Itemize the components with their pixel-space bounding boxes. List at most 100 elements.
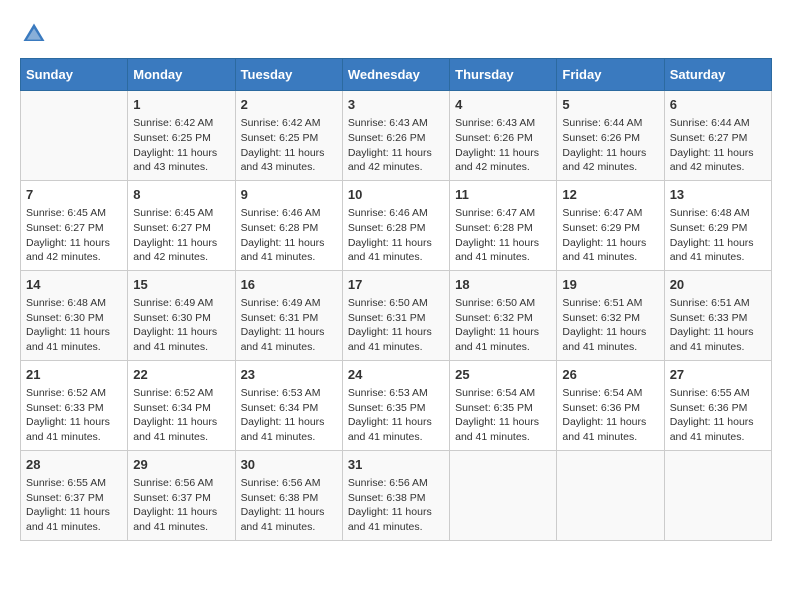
day-number: 6 bbox=[670, 96, 766, 114]
weekday-header-friday: Friday bbox=[557, 59, 664, 91]
day-number: 25 bbox=[455, 366, 551, 384]
day-number: 31 bbox=[348, 456, 444, 474]
day-info: Sunrise: 6:49 AM Sunset: 6:30 PM Dayligh… bbox=[133, 296, 229, 355]
day-info: Sunrise: 6:47 AM Sunset: 6:28 PM Dayligh… bbox=[455, 206, 551, 265]
calendar-cell: 31Sunrise: 6:56 AM Sunset: 6:38 PM Dayli… bbox=[342, 450, 449, 540]
calendar-cell: 9 Sunrise: 6:46 AM Sunset: 6:28 PM Daylig… bbox=[235, 180, 342, 270]
day-info: Sunrise: 6:43 AM Sunset: 6:26 PM Dayligh… bbox=[348, 116, 444, 175]
calendar-week-1: 1 Sunrise: 6:42 AM Sunset: 6:25 PM Daylig… bbox=[21, 91, 772, 181]
day-number: 15 bbox=[133, 276, 229, 294]
calendar-cell bbox=[664, 450, 771, 540]
day-number: 11 bbox=[455, 186, 551, 204]
day-info: Sunrise: 6:46 AM Sunset: 6:28 PM Dayligh… bbox=[348, 206, 444, 265]
calendar-cell: 19Sunrise: 6:51 AM Sunset: 6:32 PM Dayli… bbox=[557, 270, 664, 360]
day-info: Sunrise: 6:45 AM Sunset: 6:27 PM Dayligh… bbox=[133, 206, 229, 265]
day-info: Sunrise: 6:50 AM Sunset: 6:32 PM Dayligh… bbox=[455, 296, 551, 355]
calendar-week-5: 28 Sunrise: 6:55 AM Sunset: 6:37 PM Dayli… bbox=[21, 450, 772, 540]
calendar-cell: 7 Sunrise: 6:45 AM Sunset: 6:27 PM Daylig… bbox=[21, 180, 128, 270]
calendar-cell: 5 Sunrise: 6:44 AM Sunset: 6:26 PM Daylig… bbox=[557, 91, 664, 181]
day-info: Sunrise: 6:46 AM Sunset: 6:28 PM Dayligh… bbox=[241, 206, 337, 265]
day-info: Sunrise: 6:54 AM Sunset: 6:35 PM Dayligh… bbox=[455, 386, 551, 445]
day-number: 30 bbox=[241, 456, 337, 474]
day-number: 26 bbox=[562, 366, 658, 384]
calendar-week-4: 21 Sunrise: 6:52 AM Sunset: 6:33 PM Dayli… bbox=[21, 360, 772, 450]
calendar-week-3: 14Sunrise: 6:48 AM Sunset: 6:30 PM Dayli… bbox=[21, 270, 772, 360]
header-row: SundayMondayTuesdayWednesdayThursdayFrid… bbox=[21, 59, 772, 91]
calendar-cell bbox=[557, 450, 664, 540]
day-number: 27 bbox=[670, 366, 766, 384]
weekday-header-thursday: Thursday bbox=[450, 59, 557, 91]
calendar-cell: 8 Sunrise: 6:45 AM Sunset: 6:27 PM Daylig… bbox=[128, 180, 235, 270]
calendar-cell: 13Sunrise: 6:48 AM Sunset: 6:29 PM Dayli… bbox=[664, 180, 771, 270]
day-number: 5 bbox=[562, 96, 658, 114]
day-number: 23 bbox=[241, 366, 337, 384]
day-info: Sunrise: 6:51 AM Sunset: 6:32 PM Dayligh… bbox=[562, 296, 658, 355]
day-number: 24 bbox=[348, 366, 444, 384]
day-number: 29 bbox=[133, 456, 229, 474]
day-info: Sunrise: 6:53 AM Sunset: 6:35 PM Dayligh… bbox=[348, 386, 444, 445]
day-number: 16 bbox=[241, 276, 337, 294]
day-info: Sunrise: 6:42 AM Sunset: 6:25 PM Dayligh… bbox=[133, 116, 229, 175]
calendar-week-2: 7 Sunrise: 6:45 AM Sunset: 6:27 PM Daylig… bbox=[21, 180, 772, 270]
day-number: 10 bbox=[348, 186, 444, 204]
day-number: 3 bbox=[348, 96, 444, 114]
day-info: Sunrise: 6:42 AM Sunset: 6:25 PM Dayligh… bbox=[241, 116, 337, 175]
calendar-cell: 17 Sunrise: 6:50 AM Sunset: 6:31 PM Dayli… bbox=[342, 270, 449, 360]
day-number: 20 bbox=[670, 276, 766, 294]
calendar-cell: 14Sunrise: 6:48 AM Sunset: 6:30 PM Dayli… bbox=[21, 270, 128, 360]
calendar-cell: 28 Sunrise: 6:55 AM Sunset: 6:37 PM Dayli… bbox=[21, 450, 128, 540]
calendar-cell: 30Sunrise: 6:56 AM Sunset: 6:38 PM Dayli… bbox=[235, 450, 342, 540]
day-info: Sunrise: 6:53 AM Sunset: 6:34 PM Dayligh… bbox=[241, 386, 337, 445]
day-info: Sunrise: 6:45 AM Sunset: 6:27 PM Dayligh… bbox=[26, 206, 122, 265]
weekday-header-wednesday: Wednesday bbox=[342, 59, 449, 91]
day-number: 1 bbox=[133, 96, 229, 114]
calendar-cell: 1 Sunrise: 6:42 AM Sunset: 6:25 PM Daylig… bbox=[128, 91, 235, 181]
calendar-cell: 2Sunrise: 6:42 AM Sunset: 6:25 PM Daylig… bbox=[235, 91, 342, 181]
calendar-cell: 12 Sunrise: 6:47 AM Sunset: 6:29 PM Dayli… bbox=[557, 180, 664, 270]
day-info: Sunrise: 6:48 AM Sunset: 6:30 PM Dayligh… bbox=[26, 296, 122, 355]
page-header bbox=[20, 20, 772, 48]
day-number: 28 bbox=[26, 456, 122, 474]
calendar-cell bbox=[21, 91, 128, 181]
day-number: 21 bbox=[26, 366, 122, 384]
calendar-cell: 15 Sunrise: 6:49 AM Sunset: 6:30 PM Dayli… bbox=[128, 270, 235, 360]
day-info: Sunrise: 6:55 AM Sunset: 6:37 PM Dayligh… bbox=[26, 476, 122, 535]
day-info: Sunrise: 6:49 AM Sunset: 6:31 PM Dayligh… bbox=[241, 296, 337, 355]
day-number: 12 bbox=[562, 186, 658, 204]
day-number: 17 bbox=[348, 276, 444, 294]
day-info: Sunrise: 6:44 AM Sunset: 6:26 PM Dayligh… bbox=[562, 116, 658, 175]
calendar-cell: 26 Sunrise: 6:54 AM Sunset: 6:36 PM Dayli… bbox=[557, 360, 664, 450]
weekday-header-tuesday: Tuesday bbox=[235, 59, 342, 91]
calendar-cell: 6 Sunrise: 6:44 AM Sunset: 6:27 PM Daylig… bbox=[664, 91, 771, 181]
calendar-cell: 25 Sunrise: 6:54 AM Sunset: 6:35 PM Dayli… bbox=[450, 360, 557, 450]
calendar-cell: 21 Sunrise: 6:52 AM Sunset: 6:33 PM Dayli… bbox=[21, 360, 128, 450]
day-info: Sunrise: 6:47 AM Sunset: 6:29 PM Dayligh… bbox=[562, 206, 658, 265]
calendar-cell: 23 Sunrise: 6:53 AM Sunset: 6:34 PM Dayli… bbox=[235, 360, 342, 450]
day-info: Sunrise: 6:52 AM Sunset: 6:33 PM Dayligh… bbox=[26, 386, 122, 445]
calendar-cell: 24 Sunrise: 6:53 AM Sunset: 6:35 PM Dayli… bbox=[342, 360, 449, 450]
day-number: 22 bbox=[133, 366, 229, 384]
day-number: 7 bbox=[26, 186, 122, 204]
calendar-cell: 18 Sunrise: 6:50 AM Sunset: 6:32 PM Dayli… bbox=[450, 270, 557, 360]
day-info: Sunrise: 6:52 AM Sunset: 6:34 PM Dayligh… bbox=[133, 386, 229, 445]
weekday-header-sunday: Sunday bbox=[21, 59, 128, 91]
day-info: Sunrise: 6:54 AM Sunset: 6:36 PM Dayligh… bbox=[562, 386, 658, 445]
day-number: 9 bbox=[241, 186, 337, 204]
day-info: Sunrise: 6:44 AM Sunset: 6:27 PM Dayligh… bbox=[670, 116, 766, 175]
day-info: Sunrise: 6:51 AM Sunset: 6:33 PM Dayligh… bbox=[670, 296, 766, 355]
calendar-cell: 4Sunrise: 6:43 AM Sunset: 6:26 PM Daylig… bbox=[450, 91, 557, 181]
day-info: Sunrise: 6:50 AM Sunset: 6:31 PM Dayligh… bbox=[348, 296, 444, 355]
calendar-cell: 11 Sunrise: 6:47 AM Sunset: 6:28 PM Dayli… bbox=[450, 180, 557, 270]
day-number: 18 bbox=[455, 276, 551, 294]
logo bbox=[20, 20, 52, 48]
day-number: 8 bbox=[133, 186, 229, 204]
calendar-cell: 27Sunrise: 6:55 AM Sunset: 6:36 PM Dayli… bbox=[664, 360, 771, 450]
calendar-cell: 29 Sunrise: 6:56 AM Sunset: 6:37 PM Dayli… bbox=[128, 450, 235, 540]
weekday-header-monday: Monday bbox=[128, 59, 235, 91]
calendar-cell: 22 Sunrise: 6:52 AM Sunset: 6:34 PM Dayli… bbox=[128, 360, 235, 450]
calendar-cell bbox=[450, 450, 557, 540]
weekday-header-saturday: Saturday bbox=[664, 59, 771, 91]
day-info: Sunrise: 6:56 AM Sunset: 6:37 PM Dayligh… bbox=[133, 476, 229, 535]
day-number: 13 bbox=[670, 186, 766, 204]
day-info: Sunrise: 6:43 AM Sunset: 6:26 PM Dayligh… bbox=[455, 116, 551, 175]
